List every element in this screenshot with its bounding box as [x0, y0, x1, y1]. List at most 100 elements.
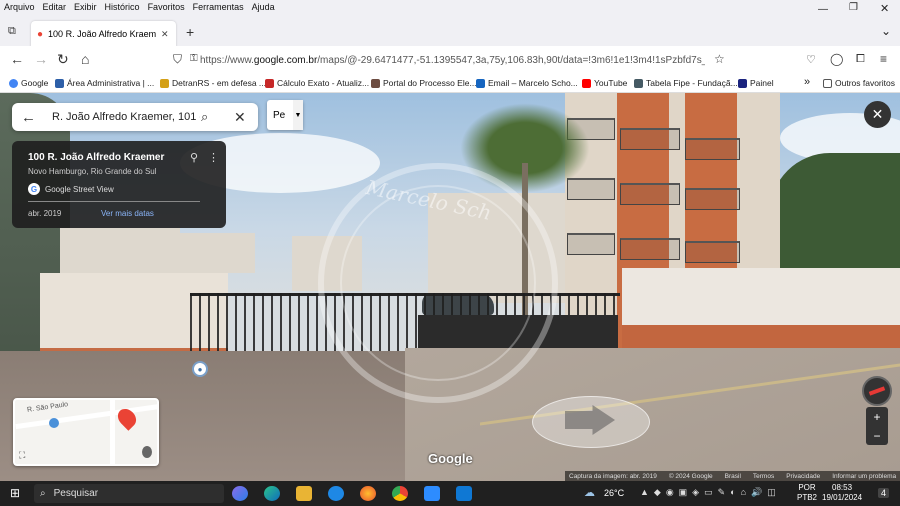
mini-map[interactable]: R. São Paulo ⛶ — [13, 398, 159, 466]
restore-button[interactable]: ❐ — [849, 2, 858, 13]
menu-hamburger-icon[interactable]: ≡ — [880, 52, 887, 66]
street-view-info-card: 100 R. João Alfredo Kraemer ⚲ ⋮ Novo Ham… — [12, 141, 226, 228]
balcony — [685, 188, 740, 210]
google-icon — [9, 78, 18, 88]
bookmark-portal-processo[interactable]: Portal do Processo Ele... — [371, 78, 477, 88]
terms-link[interactable]: Termos — [753, 473, 774, 480]
bookmark-star-icon[interactable]: ☆ — [714, 52, 725, 66]
balcony — [620, 183, 680, 205]
windows-taskbar: ⊞ ⌕ Pesquisar ☁ 26°C ▲◆◉▣◈▭✎◐⌂🔊◫ POR PTB… — [0, 481, 900, 506]
taskbar-search[interactable]: ⌕ Pesquisar — [34, 484, 224, 503]
clock[interactable]: 08:53 19/01/2024 — [822, 483, 862, 503]
back-arrow-icon[interactable]: ← — [10, 51, 24, 67]
new-tab-button[interactable]: + — [186, 24, 194, 40]
search-icon[interactable]: ⌕ — [201, 109, 208, 125]
bookmark-area-administrativa[interactable]: Área Administrativa | ... — [55, 78, 154, 88]
maps-search-box[interactable]: ← R. João Alfredo Kraemer, 101 - ⌕ ✕ — [12, 103, 258, 131]
url-bar[interactable]: https://www. google.com.br/maps/@-29.6471… — [200, 50, 705, 70]
forward-arrow-icon[interactable]: → — [34, 51, 48, 67]
copilot-icon[interactable] — [232, 486, 248, 501]
poi-icon[interactable] — [142, 446, 152, 458]
city-subtitle: Novo Hamburgo, Rio Grande do Sul — [28, 167, 157, 176]
capture-date: abr. 2019 — [28, 209, 62, 218]
window-close-button[interactable]: ✕ — [880, 2, 889, 15]
exit-street-view-button[interactable]: ✕ — [864, 101, 891, 128]
shield-icon[interactable]: ⛉ — [173, 52, 182, 67]
reload-icon[interactable]: ↻ — [57, 51, 69, 68]
input-language[interactable]: POR PTB2 — [797, 483, 817, 503]
maps-pin-icon: ● — [37, 28, 44, 40]
see-more-dates-link[interactable]: Ver mais datas — [101, 209, 154, 218]
menu-ajuda[interactable]: Ajuda — [252, 2, 275, 12]
bookmark-detranrs[interactable]: DetranRS - em defesa ... — [160, 78, 266, 88]
bookmark-tabela-fipe[interactable]: Tabela Fipe - Fundaçã... — [634, 78, 738, 88]
tray-icons[interactable]: ▲◆◉▣◈▭✎◐⌂🔊◫ — [640, 487, 781, 498]
site-icon — [265, 78, 274, 88]
menu-ferramentas[interactable]: Ferramentas — [193, 2, 244, 12]
menu-historico[interactable]: Histórico — [105, 2, 140, 12]
account-icon[interactable]: ◯ — [830, 52, 843, 66]
zoom-in-button[interactable]: + — [866, 407, 888, 426]
tab-active[interactable]: ● 100 R. João Alfredo Kraemer - G ✕ — [31, 21, 176, 47]
other-bookmarks[interactable]: Outros favoritos — [823, 78, 895, 88]
notification-badge[interactable]: 4 — [878, 488, 890, 498]
folder-icon — [823, 78, 832, 88]
tab-close-icon[interactable]: ✕ — [161, 29, 169, 40]
menu-exibir[interactable]: Exibir — [74, 2, 97, 12]
pegman-label: Pe — [273, 109, 286, 121]
region-link[interactable]: Brasil — [725, 473, 741, 480]
chevron-down-icon[interactable]: ▼ — [293, 100, 303, 130]
balcony — [685, 138, 740, 160]
menu-arquivo[interactable]: Arquivo — [4, 2, 35, 12]
mail-icon[interactable] — [456, 486, 472, 501]
more-options-icon[interactable]: ⋮ — [208, 151, 219, 164]
permissions-icon[interactable]: ⚿ — [190, 53, 198, 64]
chrome-icon[interactable] — [392, 486, 408, 501]
tab-title: 100 R. João Alfredo Kraemer - G — [48, 29, 157, 39]
site-icon — [160, 78, 169, 88]
list-tabs-button[interactable]: ⌄ — [881, 24, 891, 38]
weather-temp[interactable]: 26°C — [604, 488, 624, 498]
extensions-icon[interactable]: ⧠ — [856, 53, 865, 66]
home-icon[interactable]: ⌂ — [81, 51, 89, 67]
chevrons-icon: » — [804, 76, 811, 88]
search-icon: ⌕ — [40, 488, 46, 499]
menu-editar[interactable]: Editar — [43, 2, 67, 12]
close-icon[interactable]: ✕ — [234, 109, 246, 126]
compass-icon[interactable] — [862, 376, 892, 406]
copyright: © 2024 Google — [668, 472, 713, 480]
bookmark-youtube[interactable]: YouTube — [582, 78, 627, 88]
menu-bar: Arquivo Editar Exibir Histórico Favorito… — [0, 0, 900, 13]
expand-map-icon[interactable]: ⛶ — [19, 450, 25, 461]
location-pin-icon[interactable]: ⚲ — [190, 151, 198, 164]
bookmark-label: DetranRS - em defesa ... — [172, 78, 267, 88]
weather-icon[interactable]: ☁ — [584, 486, 595, 499]
windows-start-icon[interactable]: ⊞ — [10, 486, 20, 500]
privacy-link[interactable]: Privacidade — [786, 473, 820, 480]
bookmarks-overflow[interactable]: » — [804, 76, 810, 88]
search-query[interactable]: R. João Alfredo Kraemer, 101 - — [52, 111, 200, 123]
perimeter-wall-band — [622, 325, 900, 350]
bookmark-calculo-exato[interactable]: Cálculo Exato - Atualiz... — [265, 78, 369, 88]
pocket-icon[interactable]: ♡ — [806, 53, 816, 66]
balcony — [620, 128, 680, 150]
bookmark-google[interactable]: Google — [9, 78, 48, 88]
location-marker-icon[interactable]: ● — [192, 361, 208, 377]
divider — [28, 201, 200, 202]
minimize-button[interactable]: — — [818, 4, 828, 15]
report-problem-link[interactable]: Informar um problema — [832, 473, 896, 480]
tab-overview-icon[interactable]: ⧉ — [8, 25, 16, 38]
back-arrow-icon[interactable]: ← — [21, 109, 36, 126]
bookmark-painel[interactable]: Painel — [738, 78, 774, 88]
firefox-icon[interactable] — [360, 486, 376, 501]
zoom-app-icon[interactable] — [424, 486, 440, 501]
file-explorer-icon[interactable] — [296, 486, 312, 501]
edge-icon[interactable] — [264, 486, 280, 501]
pegman-control[interactable]: Pe ▼ — [267, 100, 303, 130]
menu-favoritos[interactable]: Favoritos — [148, 2, 185, 12]
internet-explorer-icon[interactable] — [328, 486, 344, 501]
bookmark-email[interactable]: Email – Marcelo Scho... — [476, 78, 578, 88]
zoom-out-button[interactable]: − — [866, 426, 888, 445]
bookmark-label: YouTube — [594, 78, 628, 88]
poi-icon[interactable] — [49, 418, 59, 428]
